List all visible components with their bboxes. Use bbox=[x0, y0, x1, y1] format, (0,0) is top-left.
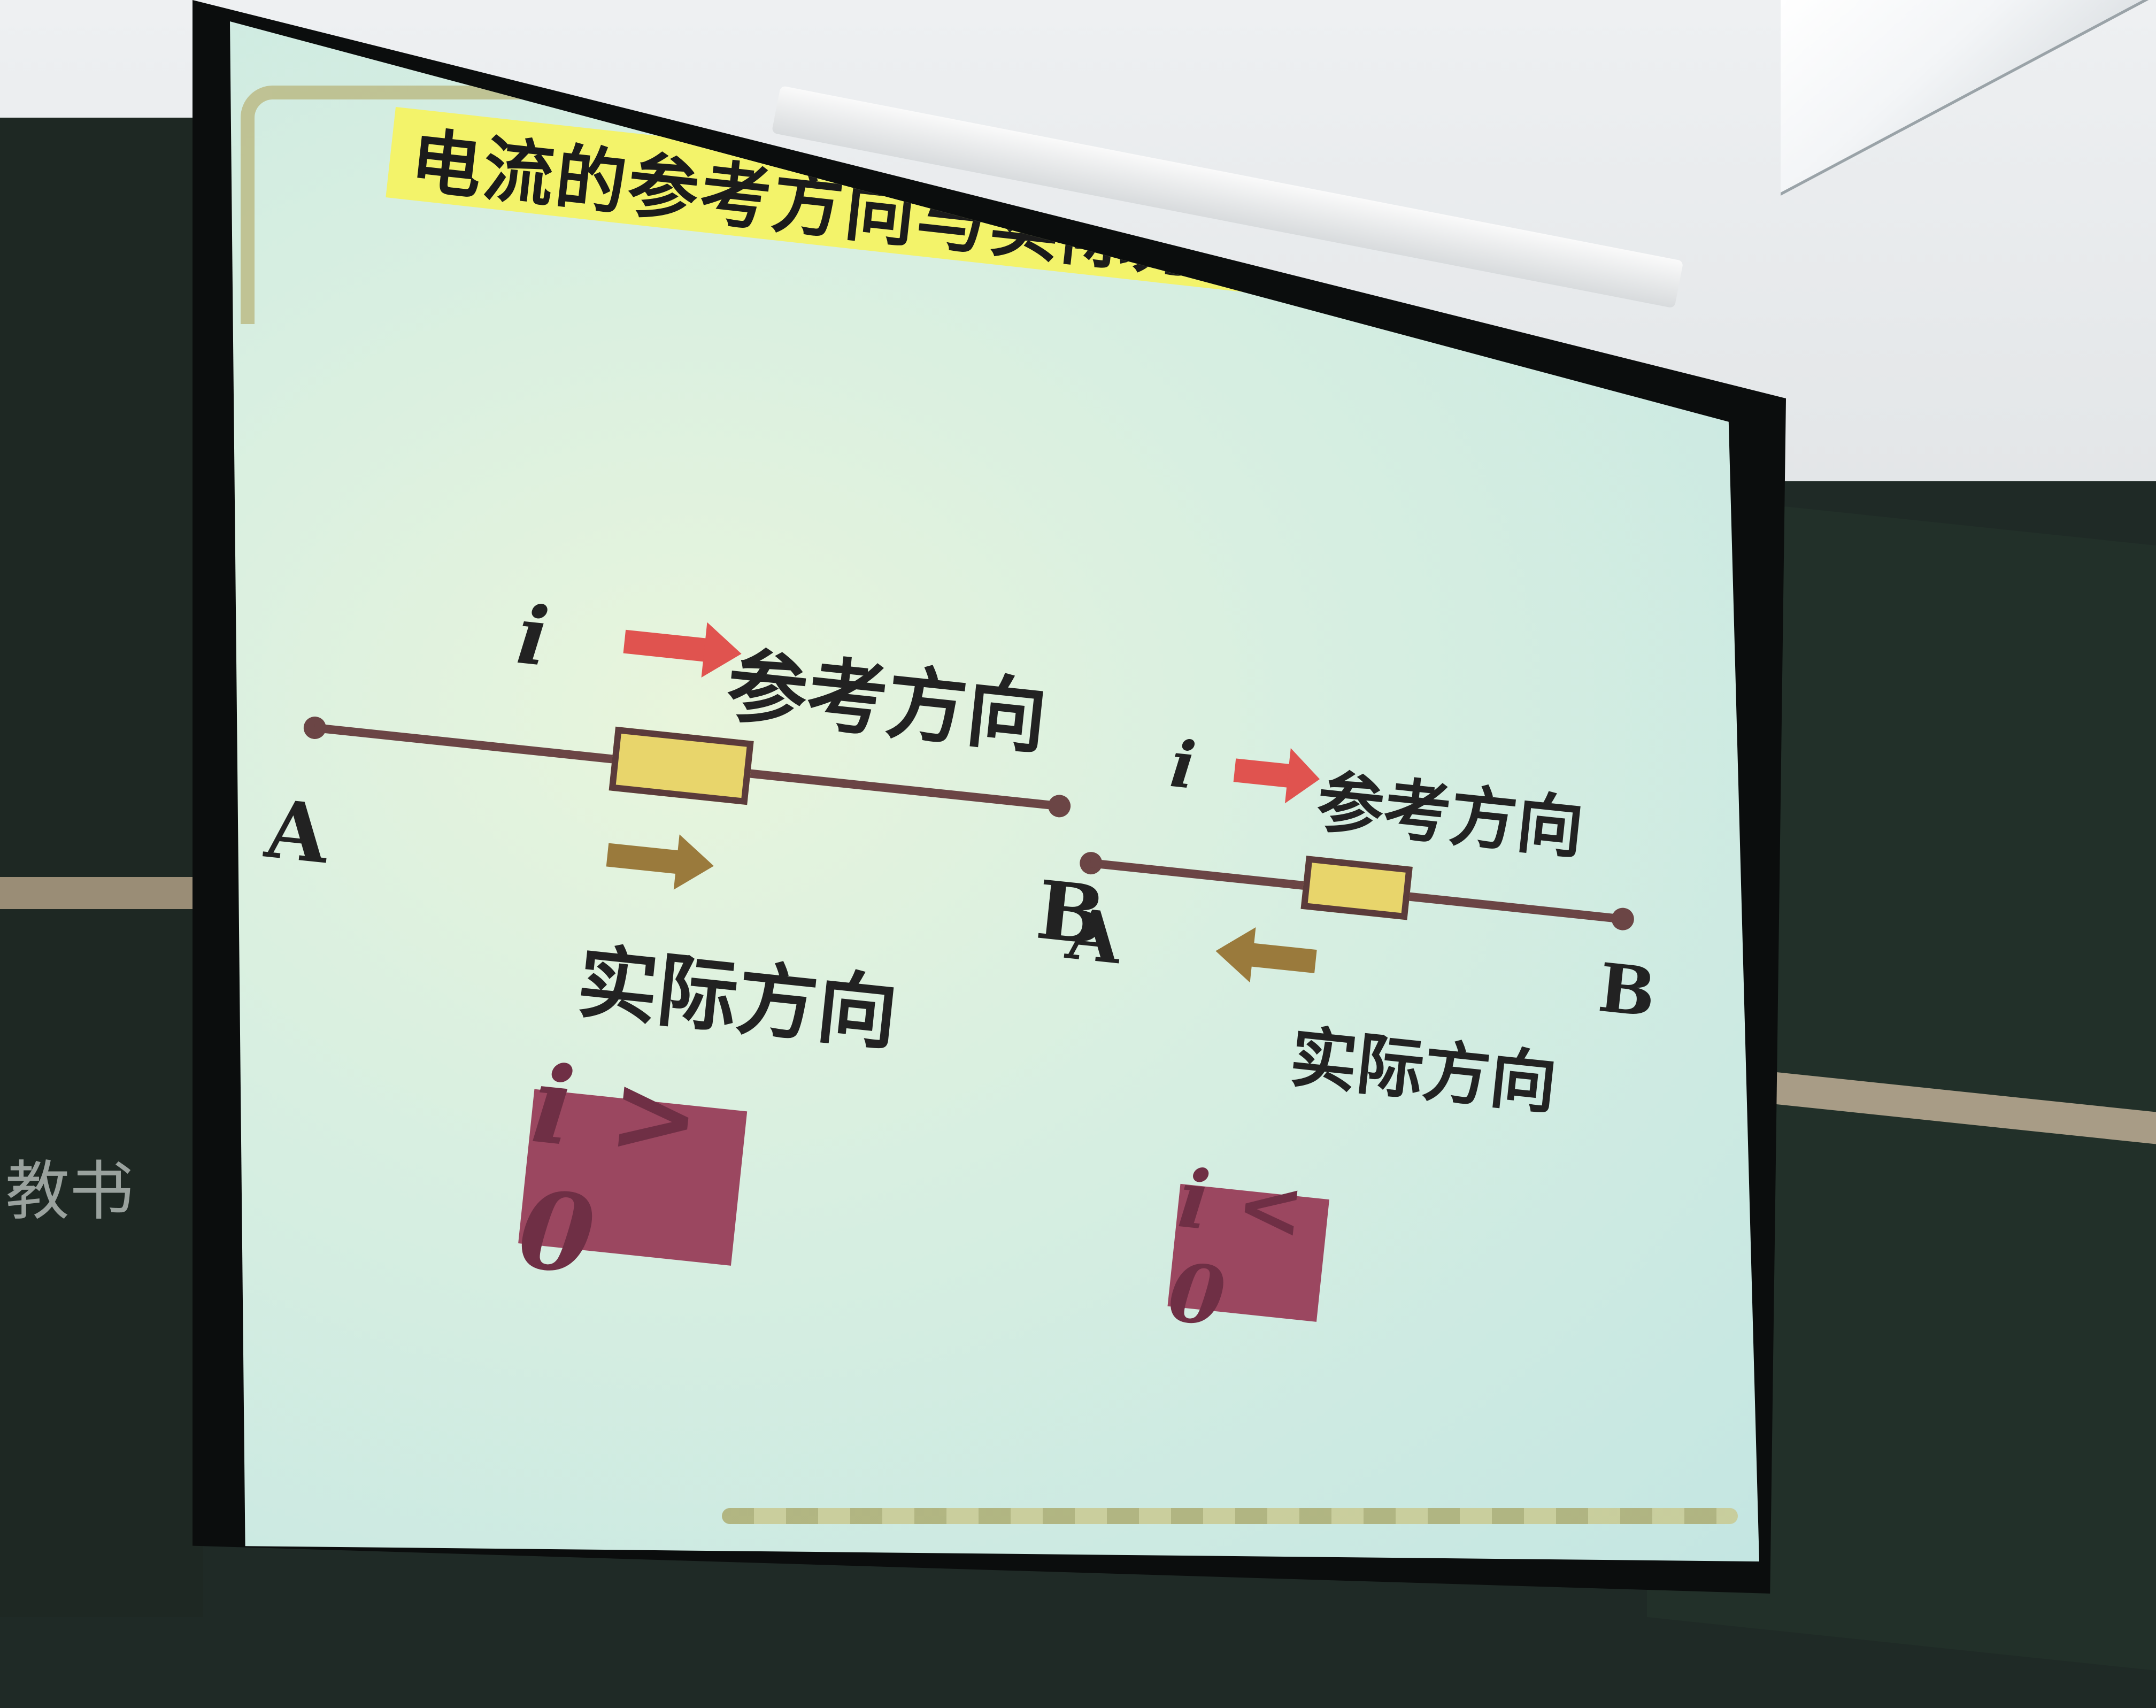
chalk-writing: 教书 bbox=[5, 1155, 134, 1229]
right-actual-label: 实际方向 bbox=[1286, 1018, 1561, 1124]
left-condition-badge: i > 0 bbox=[513, 1041, 748, 1299]
left-blackboard-rail bbox=[0, 877, 203, 909]
left-current-symbol: i bbox=[512, 588, 553, 685]
left-node-a-label: A bbox=[261, 781, 333, 882]
left-resistor bbox=[609, 726, 754, 805]
left-actual-label: 实际方向 bbox=[573, 934, 902, 1062]
left-blackboard bbox=[0, 118, 203, 1617]
left-reference-label: 参考方向 bbox=[722, 638, 1052, 766]
right-node-b-dot bbox=[1610, 906, 1635, 932]
right-condition-badge: i < 0 bbox=[1164, 1151, 1329, 1344]
right-node-a-label: A bbox=[1062, 893, 1125, 980]
left-node-b-dot bbox=[1047, 794, 1072, 819]
right-current-symbol: i bbox=[1167, 726, 1199, 804]
right-node-b-label: B bbox=[1595, 949, 1659, 1033]
right-reference-label: 参考方向 bbox=[1313, 763, 1588, 868]
right-resistor bbox=[1300, 856, 1413, 920]
